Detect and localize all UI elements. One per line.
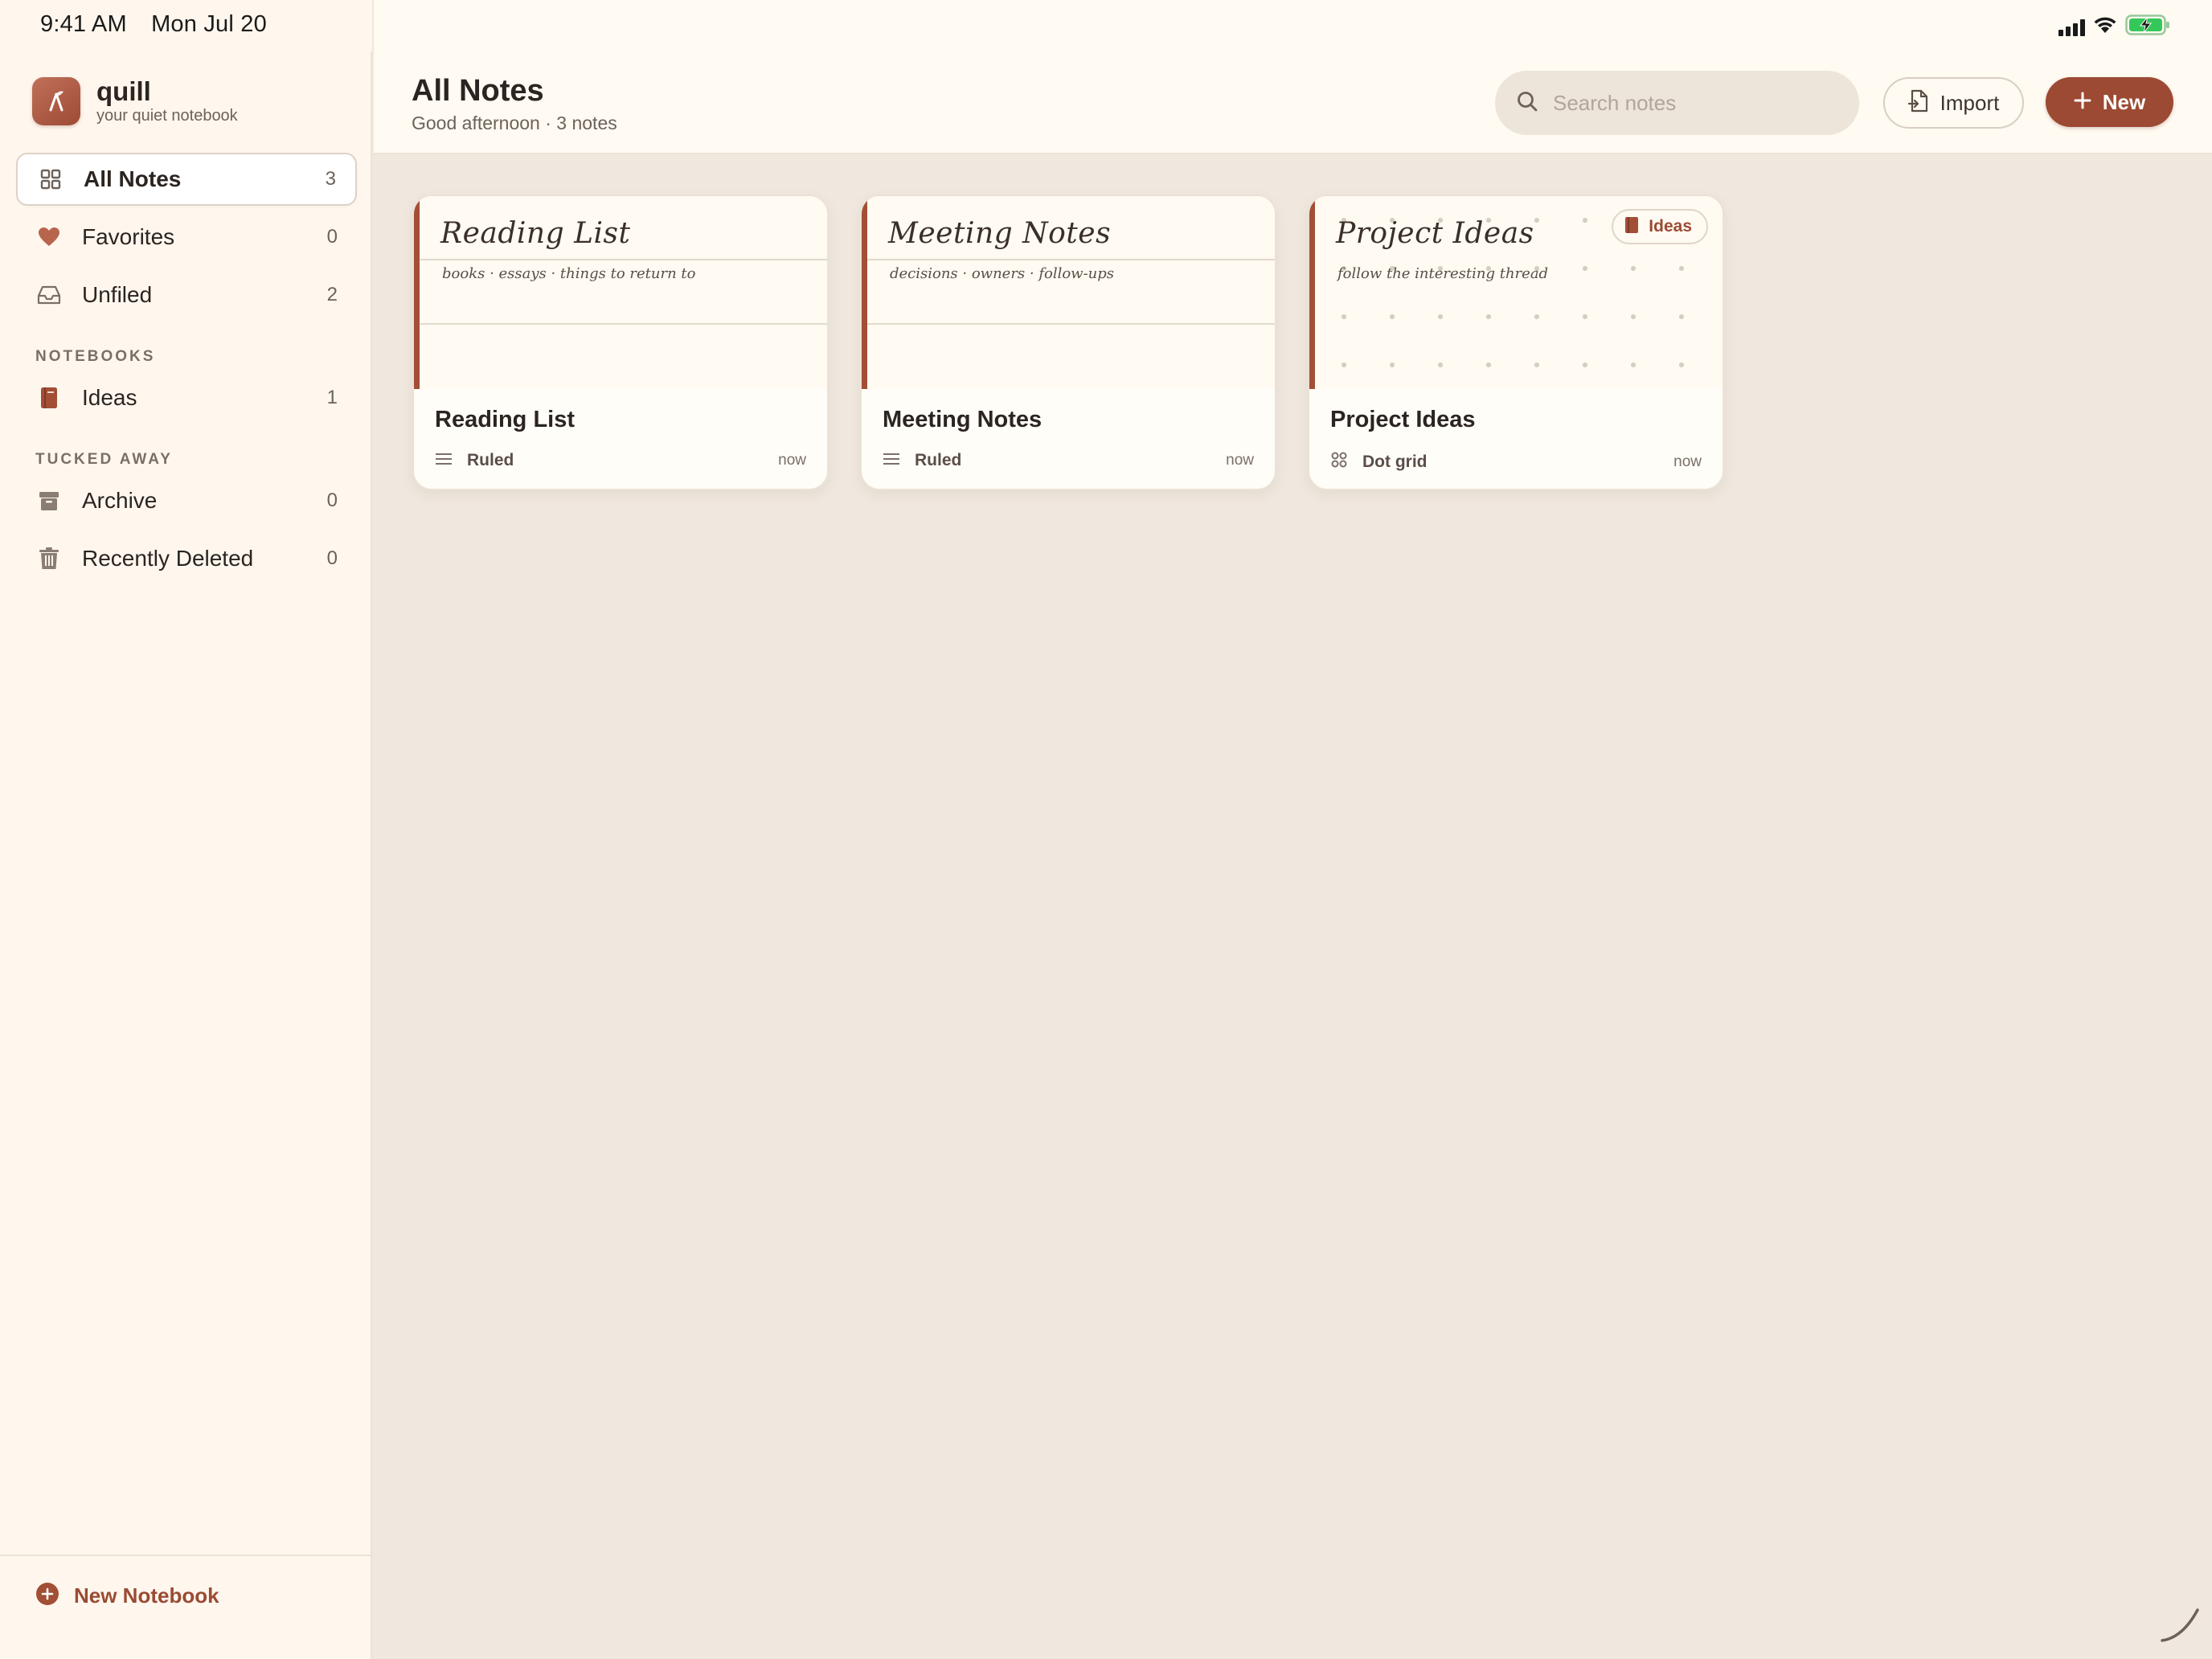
trash-icon (37, 547, 61, 571)
ruled-lines-icon (883, 453, 900, 469)
page-subtitle: Good afternoon · 3 notes (412, 113, 617, 133)
file-import-icon (1907, 89, 1929, 117)
plus-circle-icon (35, 1582, 59, 1610)
ruled-lines-icon (435, 453, 453, 469)
search-input[interactable] (1553, 90, 1842, 116)
sidebar-item-count: 3 (325, 168, 336, 190)
tucked-away-section-title: TUCKED AWAY (35, 451, 173, 468)
new-notebook-label: New Notebook (74, 1583, 219, 1608)
sidebar-item-count: 0 (326, 226, 338, 248)
note-timestamp: now (778, 452, 806, 469)
new-note-button[interactable]: New (2046, 77, 2173, 127)
sidebar-item-ideas[interactable]: Ideas 1 (16, 371, 357, 424)
grid-icon (39, 167, 63, 191)
book-icon (37, 386, 61, 410)
note-paper-style: Ruled (467, 451, 514, 469)
book-icon (1624, 216, 1639, 238)
note-cover-title: Project Ideas (1336, 217, 1534, 250)
sidebar-item-favorites[interactable]: Favorites 0 (16, 211, 357, 264)
note-paper-style: Ruled (915, 451, 962, 469)
plus-icon (2074, 92, 2091, 113)
sidebar-item-all-notes[interactable]: All Notes 3 (16, 153, 357, 206)
sidebar-item-count: 0 (326, 547, 338, 569)
sidebar-top (0, 0, 372, 51)
notebook-tag[interactable]: Ideas (1612, 209, 1708, 244)
sidebar-footer: New Notebook (0, 1555, 372, 1659)
note-cover: Meeting Notes decisions · owners · follo… (862, 196, 1275, 389)
note-cover-title: Meeting Notes (888, 217, 1112, 250)
note-title: Project Ideas (1330, 407, 1476, 432)
dot-grid-icon (1330, 451, 1348, 473)
sidebar-item-count: 1 (326, 387, 338, 408)
sidebar-item-recently-deleted[interactable]: Recently Deleted 0 (16, 532, 357, 585)
sidebar-item-label: Ideas (82, 385, 137, 410)
sidebar-item-label: Favorites (82, 224, 175, 249)
new-notebook-button[interactable]: New Notebook (35, 1582, 219, 1610)
note-timestamp: now (1673, 453, 1702, 470)
sidebar-item-label: Recently Deleted (82, 546, 254, 571)
sidebar-item-label: All Notes (84, 166, 182, 191)
archive-icon (37, 489, 61, 513)
app-name: quill (96, 76, 151, 106)
app-tagline: your quiet notebook (96, 107, 238, 125)
note-title: Meeting Notes (883, 407, 1043, 432)
sidebar-nav: All Notes 3 Favorites 0 Unfiled 2 NOTEBO… (16, 153, 357, 590)
sidebar-item-label: Unfiled (82, 282, 153, 307)
note-cover-subtitle: books · essays · things to return to (442, 265, 696, 282)
content-header: All Notes Good afternoon · 3 notes Impor… (374, 0, 2212, 154)
note-cover-subtitle: decisions · owners · follow-ups (890, 265, 1115, 282)
import-button-label: Import (1940, 90, 2000, 115)
note-cover: Project Ideas follow the interesting thr… (1309, 196, 1722, 389)
note-title: Reading List (435, 407, 576, 432)
search-bar[interactable] (1495, 71, 1859, 135)
sidebar: quill your quiet notebook All Notes 3 Fa… (0, 0, 372, 1659)
note-cover: Reading List books · essays · things to … (414, 196, 827, 389)
page-title: All Notes (412, 74, 544, 108)
import-button[interactable]: Import (1883, 77, 2024, 129)
heart-icon (37, 225, 61, 249)
note-cover-subtitle: follow the interesting thread (1337, 265, 1549, 282)
new-note-button-label: New (2102, 89, 2146, 114)
sidebar-item-count: 0 (326, 490, 338, 511)
pencil-stroke-icon (2156, 1599, 2204, 1651)
search-icon (1516, 90, 1538, 117)
note-card-meeting-notes[interactable]: Meeting Notes decisions · owners · follo… (860, 195, 1276, 490)
sidebar-item-archive[interactable]: Archive 0 (16, 474, 357, 527)
note-card-project-ideas[interactable]: Project Ideas follow the interesting thr… (1308, 195, 1724, 490)
inbox-icon (37, 283, 61, 307)
note-timestamp: now (1226, 452, 1254, 469)
brand: quill your quiet notebook (32, 77, 238, 125)
notebook-tag-label: Ideas (1649, 217, 1692, 236)
note-cover-title: Reading List (440, 217, 631, 250)
notebooks-section-title: NOTEBOOKS (35, 348, 156, 365)
note-paper-style: Dot grid (1362, 452, 1428, 471)
quill-logo-icon (32, 77, 80, 125)
sidebar-item-count: 2 (326, 284, 338, 305)
sidebar-item-unfiled[interactable]: Unfiled 2 (16, 268, 357, 322)
note-card-reading-list[interactable]: Reading List books · essays · things to … (412, 195, 829, 490)
sidebar-item-label: Archive (82, 488, 158, 513)
